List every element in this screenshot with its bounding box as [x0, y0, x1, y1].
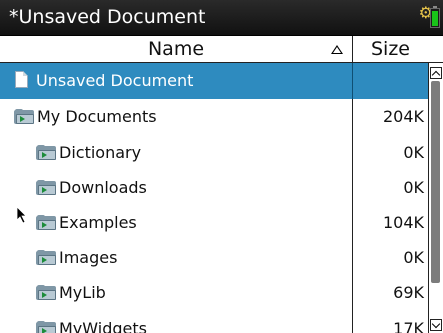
scrollbar-thumb[interactable]	[431, 81, 440, 283]
folder-size: 0K	[403, 178, 424, 197]
folder-size: 0K	[403, 143, 424, 162]
folder-name: MyWidgets	[59, 319, 147, 333]
list-item-unsaved-document[interactable]: Unsaved Document	[0, 63, 428, 99]
list-item-dictionary[interactable]: Dictionary 0K	[0, 135, 428, 171]
title-bar: *Unsaved Document ⚙	[0, 0, 443, 36]
name-column-label: Name	[147, 38, 205, 60]
folder-icon	[36, 285, 56, 300]
chevron-down-icon	[431, 319, 441, 329]
folder-size: 0K	[403, 248, 424, 267]
folder-name: Downloads	[59, 178, 147, 197]
folder-icon	[14, 109, 34, 124]
sort-ascending-icon[interactable]	[331, 45, 343, 54]
mouse-pointer-icon	[16, 206, 27, 224]
column-header: Name Size	[0, 36, 443, 63]
scroll-up-button[interactable]	[430, 67, 442, 80]
list-item-my-documents[interactable]: My Documents 204K	[0, 99, 428, 135]
window-title: *Unsaved Document	[9, 6, 206, 28]
list-item-mywidgets[interactable]: MyWidgets 17K	[0, 311, 428, 333]
chevron-up-icon	[431, 70, 441, 80]
vertical-scrollbar[interactable]	[428, 63, 443, 333]
file-name: Unsaved Document	[36, 71, 194, 90]
folder-name: MyLib	[59, 283, 106, 302]
folder-icon	[36, 321, 56, 333]
list-item-downloads[interactable]: Downloads 0K	[0, 170, 428, 206]
document-icon	[15, 71, 28, 88]
size-column-header[interactable]: Size	[353, 36, 428, 62]
folder-size: 69K	[393, 283, 424, 302]
name-column-header[interactable]: Name	[0, 36, 353, 62]
folder-icon	[36, 215, 56, 230]
folder-size: 17K	[393, 319, 424, 333]
folder-icon	[36, 250, 56, 265]
list-item-mylib[interactable]: MyLib 69K	[0, 275, 428, 311]
folder-name: Examples	[59, 213, 137, 232]
folder-icon	[36, 180, 56, 195]
folder-name: Images	[59, 248, 118, 267]
size-column-label: Size	[370, 38, 410, 60]
folder-icon	[36, 145, 56, 160]
battery-icon	[430, 6, 440, 28]
file-list: Unsaved Document My Documents 204K Dicti…	[0, 63, 428, 333]
list-item-examples[interactable]: Examples 104K	[0, 205, 428, 241]
list-item-images[interactable]: Images 0K	[0, 240, 428, 276]
folder-name: My Documents	[37, 107, 157, 126]
folder-size: 204K	[382, 107, 424, 126]
folder-name: Dictionary	[59, 143, 142, 162]
folder-size: 104K	[382, 213, 424, 232]
scroll-down-button[interactable]	[430, 319, 442, 331]
